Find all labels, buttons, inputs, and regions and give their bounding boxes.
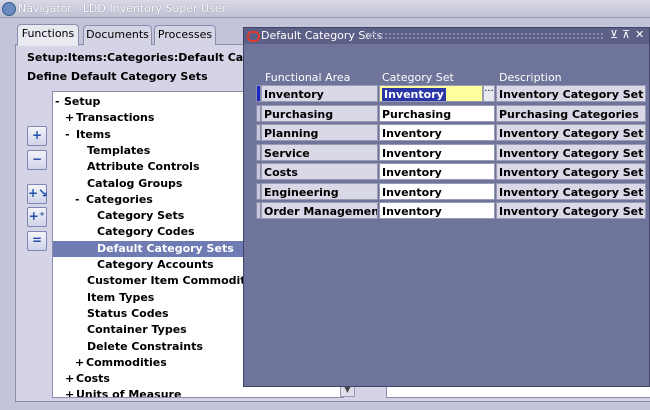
expand-icon[interactable]: +: [27, 126, 47, 146]
tree-node-label: Container Types: [87, 323, 187, 337]
tree-node-label: Templates: [87, 143, 151, 157]
titlebar-grip: [364, 32, 604, 39]
navigator-title: Navigator - LDD Inventory Super User: [18, 2, 227, 15]
default-category-sets-window: Default Category Sets ⊻ ⊼ ✕ Functional A…: [243, 27, 650, 387]
description-cell: Inventory Category Set: [496, 85, 646, 102]
tree-node-label: Category Codes: [97, 225, 195, 239]
category-set-value: Inventory: [382, 146, 442, 160]
category-set-field[interactable]: Inventory: [379, 202, 495, 219]
tab-functions[interactable]: Functions: [17, 24, 79, 46]
tree-node-label: Setup: [64, 95, 101, 108]
collapse-icon[interactable]: −: [27, 150, 47, 170]
column-header-description: Description: [499, 71, 562, 84]
dialog-titlebar[interactable]: Default Category Sets ⊻ ⊼ ✕: [244, 28, 649, 44]
collapse-all-icon[interactable]: =: [27, 231, 47, 251]
oracle-icon: [247, 31, 260, 42]
tree-node-label: Status Codes: [87, 306, 169, 320]
expand-all-icon[interactable]: +⁺: [27, 207, 47, 227]
description-cell: Inventory Category Set: [496, 143, 646, 161]
minimize-icon[interactable]: ⊻: [610, 28, 618, 41]
tree-node-toggle[interactable]: -: [65, 127, 70, 143]
functional-area-cell: Planning: [261, 124, 378, 141]
category-set-field[interactable]: Purchasing: [379, 104, 495, 122]
tree-node-label: Categories: [86, 192, 153, 206]
description-cell: Inventory Category Set: [496, 124, 646, 141]
description-cell: Inventory Category Set: [496, 202, 646, 219]
category-set-field[interactable]: Inventory: [379, 143, 495, 161]
tree-node-label: Costs: [76, 372, 110, 386]
functional-area-cell: Engineering: [261, 182, 378, 200]
tree-node-label: Default Category Sets: [97, 241, 234, 255]
category-set-value: Purchasing: [382, 107, 452, 121]
tree-node-toggle[interactable]: -: [55, 94, 60, 110]
tree-node-label: Category Accounts: [97, 258, 214, 271]
column-header-category-set: Category Set: [382, 71, 454, 84]
description-cell: Inventory Category Set: [496, 182, 646, 200]
functional-area-cell: Purchasing: [261, 104, 378, 122]
functional-area-cell: Order Management: [261, 202, 378, 219]
category-set-field[interactable]: Inventory: [379, 182, 495, 200]
column-header-functional-area: Functional Area: [265, 71, 351, 84]
tree-node-label: Commodities: [86, 355, 167, 369]
tree-node[interactable]: + Units of Measure: [53, 387, 343, 398]
tab-documents[interactable]: Documents: [83, 25, 152, 45]
category-set-value: Inventory: [382, 88, 446, 101]
page-title: Define Default Category Sets: [27, 70, 208, 83]
category-set-field[interactable]: Inventory: [379, 163, 495, 180]
tab-processes[interactable]: Processes: [154, 25, 216, 45]
category-set-value: Inventory: [382, 166, 442, 179]
tree-node-toggle[interactable]: +: [75, 355, 84, 371]
functional-area-cell: Service: [261, 143, 378, 161]
tree-node-toggle[interactable]: +: [65, 387, 74, 397]
tree-node-label: Item Types: [87, 290, 155, 304]
tree-node-label: Category Sets: [97, 209, 185, 223]
tree-node-label: Transactions: [76, 111, 155, 125]
description-cell: Purchasing Categories: [496, 104, 646, 122]
category-set-field[interactable]: Inventory: [379, 85, 483, 102]
navigator-titlebar: Navigator - LDD Inventory Super User: [0, 0, 650, 18]
tree-node-label: Units of Measure: [76, 388, 182, 398]
functional-area-cell: Inventory: [261, 85, 378, 102]
tree-node-toggle[interactable]: +: [65, 110, 74, 126]
expand-branch-icon[interactable]: +↘: [27, 184, 48, 204]
tree-node-label: Items: [76, 127, 111, 141]
functional-area-cell: Costs: [261, 163, 378, 180]
list-of-values-button[interactable]: ···: [483, 85, 495, 102]
category-set-value: Inventory: [382, 205, 442, 218]
category-set-value: Inventory: [382, 127, 442, 140]
tree-node-toggle[interactable]: -: [75, 192, 80, 208]
oracle-window-icon: [2, 2, 16, 16]
tree-node-toggle[interactable]: +: [65, 371, 74, 387]
tree-node-label: Attribute Controls: [87, 160, 200, 174]
description-cell: Inventory Category Set: [496, 163, 646, 180]
close-icon[interactable]: ✕: [635, 28, 644, 41]
tree-node-label: Delete Constraints: [87, 339, 203, 353]
category-set-field[interactable]: Inventory: [379, 124, 495, 141]
tree-node-label: Catalog Groups: [87, 176, 183, 190]
category-set-value: Inventory: [382, 185, 442, 199]
maximize-icon[interactable]: ⊼: [622, 28, 630, 41]
